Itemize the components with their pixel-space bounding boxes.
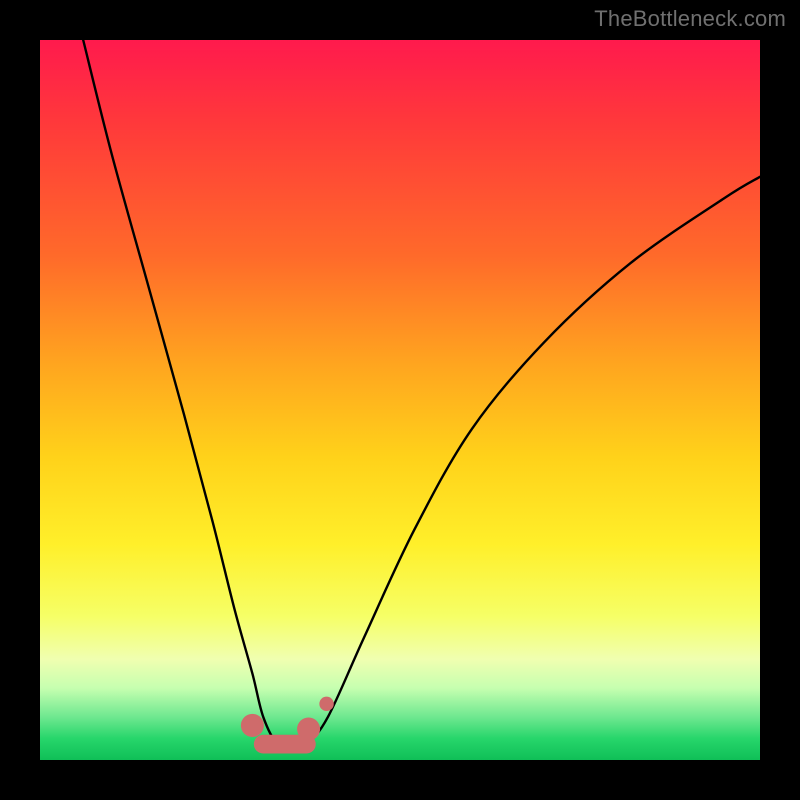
bottleneck-curve [83, 40, 760, 747]
chart-frame: TheBottleneck.com [0, 0, 800, 800]
stray-dot [319, 697, 333, 711]
curve-layer [40, 40, 760, 760]
trough-right [297, 718, 320, 741]
watermark-text: TheBottleneck.com [594, 6, 786, 32]
curve-path [83, 40, 760, 747]
trough-left [241, 714, 264, 737]
trough-markers [241, 697, 334, 745]
